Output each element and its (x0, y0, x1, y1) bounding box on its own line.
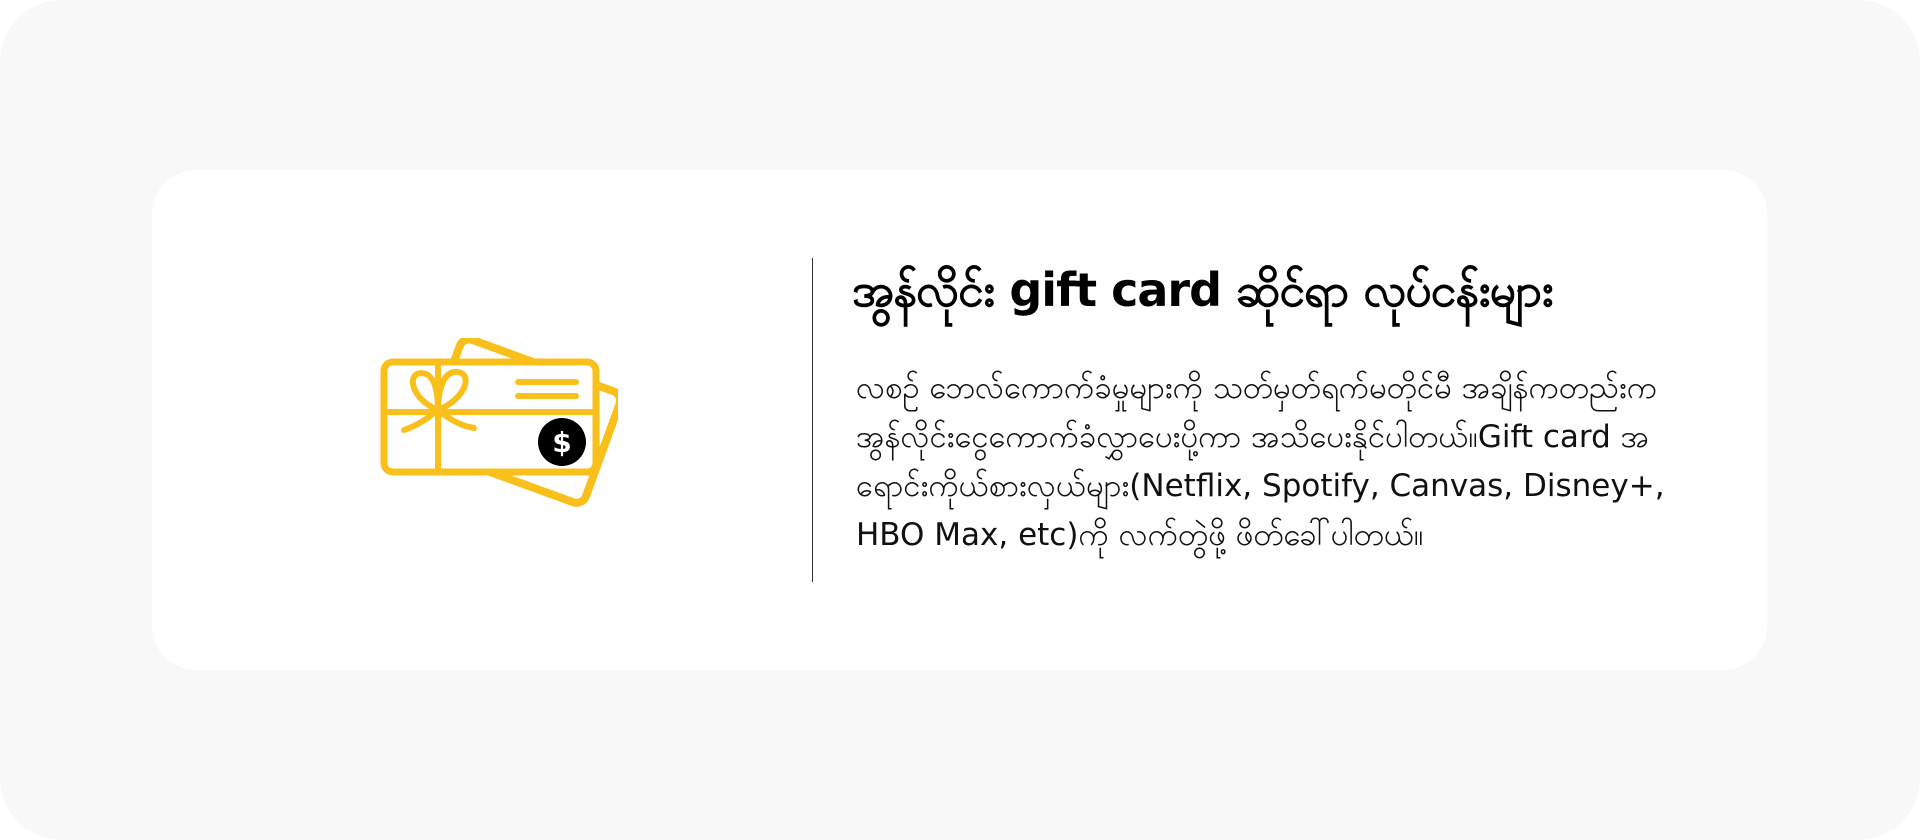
feature-title: အွန်လိုင်း gift card ဆိုင်ရာ လုပ်ငန်းမျာ… (852, 263, 1554, 317)
page-background: $ အွန်လိုင်း gift card ဆိုင်ရာ လုပ်ငန်းမ… (0, 0, 1920, 840)
dollar-symbol: $ (552, 426, 571, 459)
feature-description: လစဉ် ဘေလ်ကောက်ခံမှုများကို သတ်မှတ်ရက်မတိ… (856, 370, 1665, 553)
vertical-divider (812, 258, 813, 582)
gift-card-icon: $ (378, 335, 625, 518)
